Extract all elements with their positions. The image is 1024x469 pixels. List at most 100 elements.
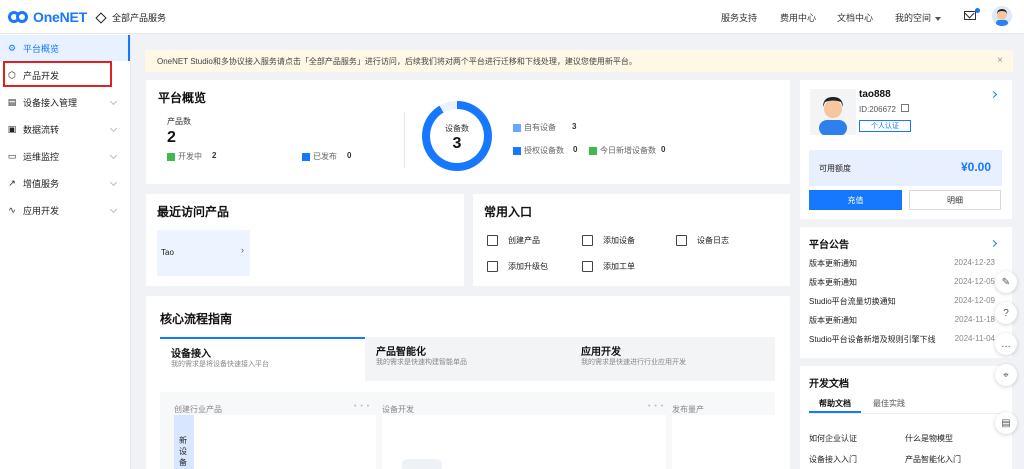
home-icon: ⚙ (7, 43, 17, 53)
sidebar-item-label: 增值服务 (23, 178, 60, 189)
sidebar-item-device-access[interactable]: ▤ 设备接入管理 (0, 89, 130, 115)
sidebar-item-monitor[interactable]: ▭ 运维监控 (0, 143, 130, 169)
announcement-date: 2024-12-23 (954, 258, 995, 267)
published-count: 0 (347, 151, 352, 160)
today-new-value: 0 (661, 145, 666, 154)
flow-title: 核心流程指南 (160, 312, 233, 326)
chevron-down-icon (109, 205, 118, 214)
entry-label: 创建产品 (508, 236, 540, 245)
announcement-item[interactable]: Studio平台流量切换通知 2024-12-09 (809, 296, 995, 307)
doc-link[interactable]: 产品智能化入门 (905, 454, 961, 465)
announcement-item[interactable]: 版本更新通知 2024-11-18 (809, 315, 995, 326)
quota-value: ¥0.00 (960, 160, 991, 174)
flow-step-panel: 新设备 (174, 415, 376, 469)
nav-my-space[interactable]: 我的空间 (895, 11, 942, 24)
nav-service-support[interactable]: 服务支持 (721, 11, 757, 24)
data-flow-icon: ▣ (7, 124, 17, 134)
flow-tab-sub: 我的需求是快速进行行业应用开发 (581, 359, 686, 366)
own-devices-label: 自有设备 (524, 123, 556, 132)
verify-badge[interactable]: 个人认证 (859, 120, 911, 132)
authorized-stat: 授权设备数 (513, 145, 564, 156)
flow-step-panel (382, 415, 666, 469)
recent-product-item[interactable]: Tao › (157, 230, 250, 276)
entry-add-upgrade-pkg[interactable]: 添加升级包 (487, 261, 548, 272)
authorized-icon (513, 146, 521, 155)
sidebar-item-value-added[interactable]: ↗ 增值服务 (0, 170, 130, 196)
entries-title: 常用入口 (484, 205, 533, 219)
announcement-title: 版本更新通知 (809, 259, 857, 268)
detail-button[interactable]: 明细 (909, 190, 1001, 210)
docs-tab-help[interactable]: 帮助文档 (819, 398, 851, 409)
app-icon: ∿ (8, 205, 16, 215)
nav-billing-center[interactable]: 费用中心 (780, 11, 816, 24)
announcement-date: 2024-11-04 (954, 334, 995, 343)
flow-tab-title: 应用开发 (581, 347, 621, 358)
recent-product-name: Tao (161, 248, 174, 257)
close-icon[interactable]: × (997, 55, 1003, 66)
edit-feedback-icon[interactable]: ✎ (995, 271, 1017, 293)
flow-tab-sub: 我的需求是快速构建智能单品 (376, 359, 467, 366)
diamond-icon (95, 11, 107, 24)
help-icon[interactable]: ? (995, 302, 1017, 324)
flow-tab-device-access[interactable]: 设备接入 我的需求是将设备快速接入平台 (160, 337, 365, 381)
entry-label: 设备日志 (697, 236, 729, 245)
flow-step-tab[interactable]: 新设备 (174, 415, 194, 469)
mail-icon[interactable] (964, 11, 976, 20)
divider (404, 112, 405, 168)
flow-step-label: 设备开发 (382, 405, 414, 414)
doc-link[interactable]: 什么是物模型 (905, 433, 953, 444)
recharge-button[interactable]: 充值 (809, 190, 902, 210)
product-count-label: 产品数 (167, 117, 191, 126)
announcement-item[interactable]: Studio平台设备新增及规则引擎下线 2024-11-04 (809, 334, 995, 345)
avatar-illustration-icon (819, 97, 847, 135)
profile-username: tao888 (859, 89, 891, 100)
entry-label: 添加设备 (603, 236, 635, 245)
sidebar-item-app-dev[interactable]: ∿ 应用开发 (0, 197, 130, 223)
copy-icon[interactable] (901, 104, 909, 112)
doc-link[interactable]: 设备接入入门 (809, 454, 857, 465)
announcement-date: 2024-12-05 (954, 277, 995, 286)
entry-label: 添加升级包 (508, 262, 548, 271)
entry-create-product[interactable]: 创建产品 (487, 235, 540, 246)
divider (809, 413, 1002, 414)
device-illustration (402, 459, 442, 469)
onenet-logo[interactable]: OneNET (8, 9, 87, 25)
announcement-item[interactable]: 版本更新通知 2024-12-05 (809, 277, 995, 288)
dev-count: 2 (212, 151, 217, 160)
notification-dot (975, 8, 980, 13)
flow-tab-app-dev[interactable]: 应用开发 我的需求是快速进行行业应用开发 (570, 337, 775, 381)
quota-box: 可用额度 ¥0.00 (809, 150, 1002, 186)
chevron-down-icon (109, 97, 118, 106)
device-add-icon (582, 235, 593, 246)
user-avatar[interactable] (992, 6, 1012, 26)
sidebar-item-label: 运维监控 (23, 151, 60, 162)
announcement-date: 2024-12-09 (954, 296, 995, 305)
chat-icon[interactable]: … (995, 333, 1017, 355)
doc-link[interactable]: 如何企业认证 (809, 433, 857, 444)
sidebar-item-overview[interactable]: ⚙ 平台概览 (0, 35, 130, 61)
docs-tab-best-practice[interactable]: 最佳实践 (873, 398, 905, 409)
overview-title: 平台概览 (158, 91, 207, 105)
notes-icon[interactable]: ▤ (995, 412, 1017, 434)
flow-tab-sub: 我的需求是将设备快速接入平台 (171, 361, 269, 368)
sidebar-item-data-flow[interactable]: ▣ 数据流转 (0, 116, 130, 142)
announcement-item[interactable]: 版本更新通知 2024-12-23 (809, 258, 995, 269)
announcement-date: 2024-11-18 (954, 315, 995, 324)
flow-step-label: 发布量产 (672, 405, 704, 414)
nav-docs-center[interactable]: 文档中心 (837, 11, 873, 24)
announcement-title: 版本更新通知 (809, 278, 857, 287)
flow-tab-product-smart[interactable]: 产品智能化 我的需求是快速构建智能单品 (365, 337, 570, 381)
cube-icon (487, 235, 498, 246)
announcement-title: Studio平台设备新增及规则引擎下线 (809, 335, 936, 344)
published-label: 已发布 (313, 152, 337, 161)
compass-icon[interactable]: ⌖ (995, 364, 1017, 386)
avatar-illustration-icon (996, 9, 1008, 26)
today-new-stat: 今日新增设备数 (589, 145, 656, 156)
device-icon: ▤ (7, 97, 17, 107)
entry-add-ticket[interactable]: 添加工单 (582, 261, 635, 272)
entry-add-device[interactable]: 添加设备 (582, 235, 635, 246)
entry-device-log[interactable]: 设备日志 (676, 235, 729, 246)
today-new-label: 今日新增设备数 (600, 146, 656, 155)
all-products-button[interactable]: 全部产品服务 (95, 11, 166, 24)
today-new-icon (589, 146, 597, 155)
